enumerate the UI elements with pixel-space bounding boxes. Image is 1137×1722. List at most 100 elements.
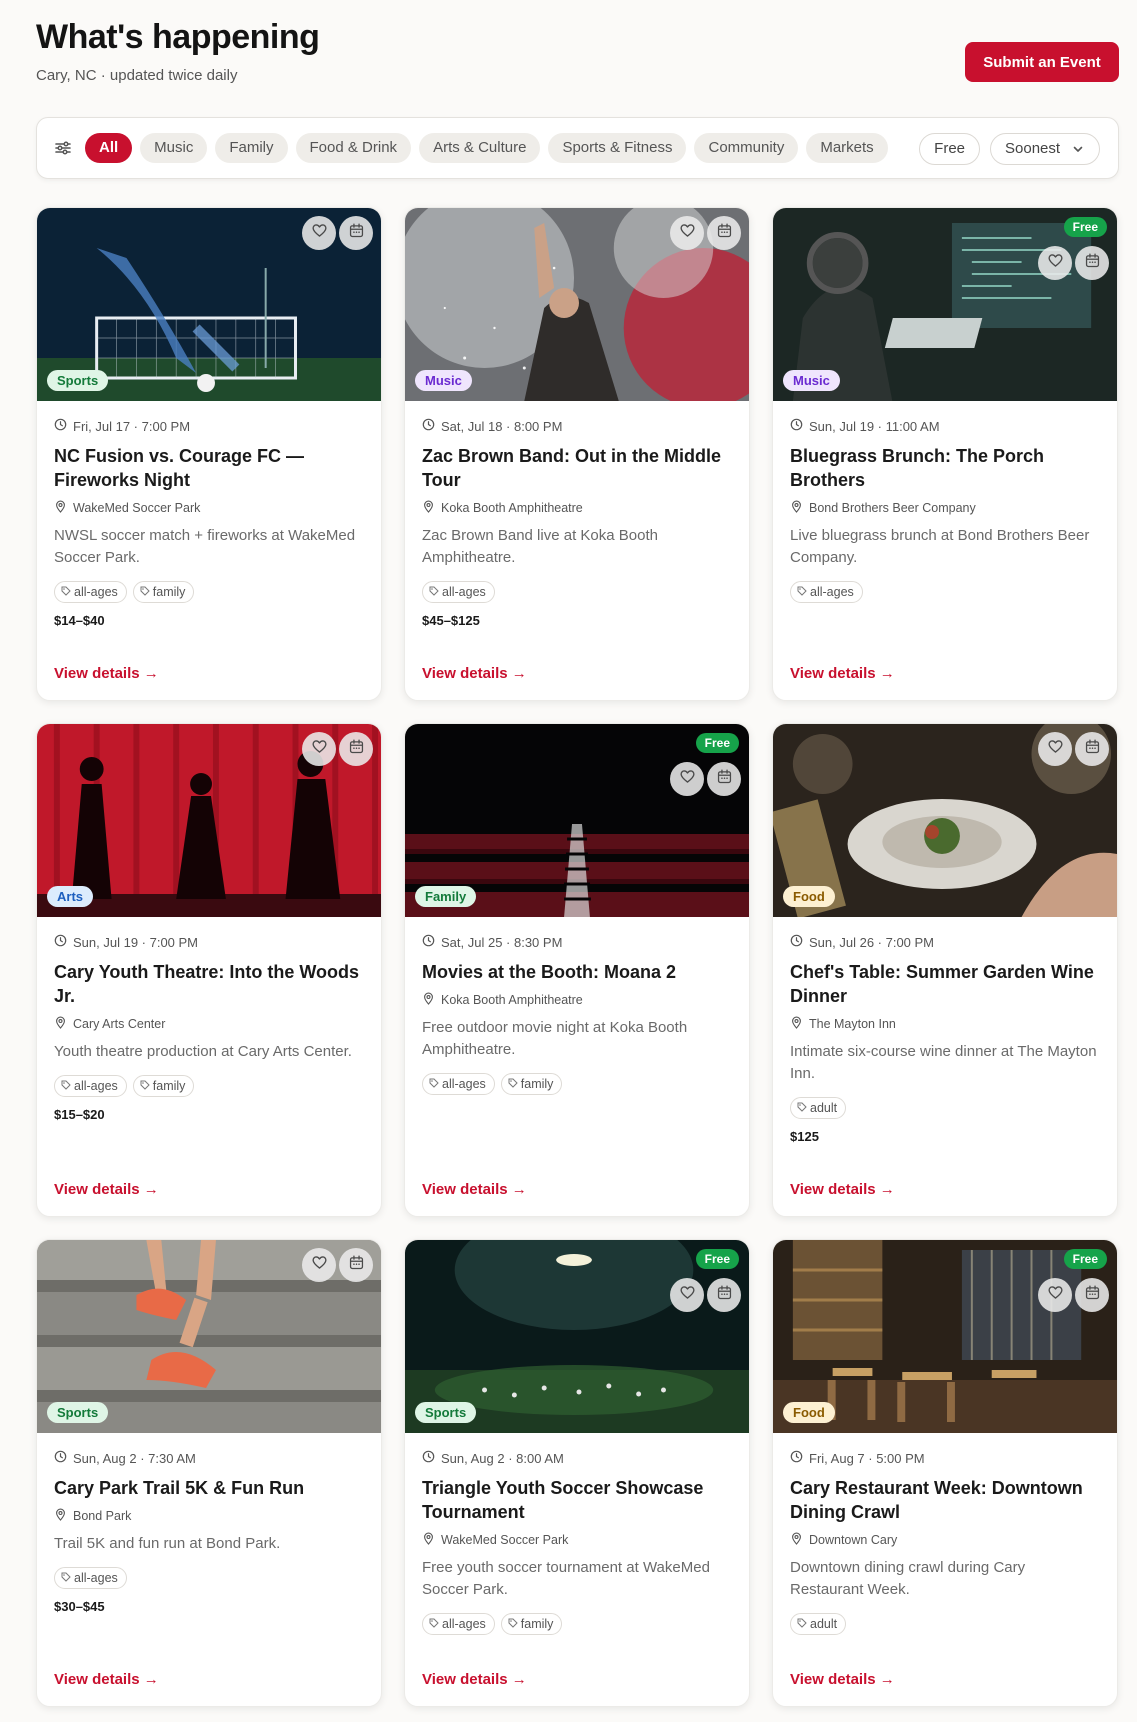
add-to-calendar-button[interactable] (339, 732, 373, 766)
category-chips: All Music Family Food & Drink Arts & Culture… (85, 133, 912, 165)
view-details-link[interactable]: View details → (54, 1181, 159, 1198)
favorite-button[interactable] (670, 216, 704, 250)
favorite-button[interactable] (670, 762, 704, 796)
event-title[interactable]: Zac Brown Band: Out in the Middle Tour (422, 444, 732, 492)
heart-icon (679, 222, 696, 244)
clock-icon (422, 1450, 435, 1466)
category-badge: Sports (47, 370, 109, 391)
sort-label: Soonest (1005, 140, 1061, 157)
event-description: Free outdoor movie night at Koka Booth A… (422, 1019, 688, 1058)
tag-chip: all-ages (422, 581, 495, 603)
tag-chip: all-ages (54, 1567, 127, 1589)
category-badge: Food (783, 1402, 835, 1423)
add-to-calendar-button[interactable] (339, 216, 373, 250)
event-card[interactable]: Free Sports Sun, Aug 2 · 8:00 AM Triangl… (404, 1239, 750, 1707)
event-title[interactable]: NC Fusion vs. Courage FC — Fireworks Nig… (54, 444, 364, 492)
tag-chip: family (132, 581, 195, 603)
view-details-link[interactable]: View details → (422, 1671, 527, 1688)
chevron-down-icon (1073, 146, 1083, 152)
tag-chip: all-ages (790, 581, 863, 603)
category-chip-music[interactable]: Music (140, 133, 208, 163)
add-to-calendar-button[interactable] (707, 762, 741, 796)
event-title[interactable]: Cary Restaurant Week: Downtown Dining Cr… (790, 1476, 1100, 1524)
clock-icon (422, 934, 435, 950)
heart-icon (1047, 738, 1064, 760)
event-title[interactable]: Bluegrass Brunch: The Porch Brothers (790, 444, 1100, 492)
event-date: Sun, Aug 2 · 7:30 AM (54, 1450, 364, 1466)
event-card[interactable]: Free Food Fri, Aug 7 · 5:00 PM Cary Rest… (772, 1239, 1118, 1707)
filter-sliders-icon[interactable] (53, 138, 73, 158)
add-to-calendar-button[interactable] (1075, 246, 1109, 280)
event-venue: Bond Park (54, 1508, 364, 1524)
sort-dropdown[interactable]: Soonest (990, 133, 1100, 165)
category-chip-arts-culture[interactable]: Arts & Culture (419, 133, 541, 163)
event-tags: all-ages family (422, 1073, 732, 1095)
favorite-button[interactable] (302, 216, 336, 250)
view-details-link[interactable]: View details → (54, 1671, 159, 1688)
event-card[interactable]: Music Sat, Jul 18 · 8:00 PM Zac Brown Ba… (404, 207, 750, 701)
add-to-calendar-button[interactable] (707, 216, 741, 250)
favorite-button[interactable] (1038, 732, 1072, 766)
favorite-button[interactable] (670, 1278, 704, 1312)
view-details-link[interactable]: View details → (790, 1181, 895, 1198)
favorite-button[interactable] (1038, 1278, 1072, 1312)
category-badge: Food (783, 886, 835, 907)
tag-icon (429, 1614, 439, 1634)
event-title[interactable]: Chef's Table: Summer Garden Wine Dinner (790, 960, 1100, 1008)
category-chip-family[interactable]: Family (215, 133, 288, 163)
event-card[interactable]: Arts Sun, Jul 19 · 7:00 PM Cary Youth Th… (36, 723, 382, 1217)
view-details-link[interactable]: View details → (790, 665, 895, 682)
free-filter-chip[interactable]: Free (919, 133, 980, 165)
clock-icon (790, 1450, 803, 1466)
tag-chip: adult (790, 1613, 847, 1635)
event-card[interactable]: Food Sun, Jul 26 · 7:00 PM Chef's Table:… (772, 723, 1118, 1217)
event-details: Sat, Jul 18 · 8:00 PM Zac Brown Band: Ou… (422, 418, 732, 629)
event-image: Music (405, 208, 749, 401)
event-card[interactable]: Sports Fri, Jul 17 · 7:00 PM NC Fusion v… (36, 207, 382, 701)
category-chip-markets[interactable]: Markets (806, 133, 888, 163)
view-details-link[interactable]: View details → (422, 665, 527, 682)
submit-event-button[interactable]: Submit an Event (965, 42, 1119, 82)
event-venue: Bond Brothers Beer Company (790, 500, 1100, 516)
tag-chip: family (500, 1073, 563, 1095)
heart-icon (311, 1254, 328, 1276)
tag-chip: family (500, 1613, 563, 1635)
favorite-button[interactable] (302, 732, 336, 766)
event-description: Free youth soccer tournament at WakeMed … (422, 1559, 710, 1598)
add-to-calendar-button[interactable] (1075, 732, 1109, 766)
category-chip-food-drink[interactable]: Food & Drink (295, 133, 412, 163)
add-to-calendar-button[interactable] (1075, 1278, 1109, 1312)
tag-icon (61, 582, 71, 602)
category-chip-sports-fitness[interactable]: Sports & Fitness (548, 133, 687, 163)
category-chip-all[interactable]: All (85, 133, 133, 163)
category-chip-community[interactable]: Community (694, 133, 799, 163)
clock-icon (54, 934, 67, 950)
event-card[interactable]: Sports Sun, Aug 2 · 7:30 AM Cary Park Tr… (36, 1239, 382, 1707)
favorite-button[interactable] (1038, 246, 1072, 280)
calendar-icon (716, 1284, 733, 1306)
tag-icon (797, 582, 807, 602)
category-badge: Sports (415, 1402, 477, 1423)
event-venue: Cary Arts Center (54, 1016, 364, 1032)
event-tags: all-ages family (422, 1613, 732, 1635)
event-title[interactable]: Cary Youth Theatre: Into the Woods Jr. (54, 960, 364, 1008)
view-details-link[interactable]: View details → (54, 665, 159, 682)
view-details-link[interactable]: View details → (422, 1181, 527, 1198)
event-venue: WakeMed Soccer Park (54, 500, 364, 516)
event-title[interactable]: Movies at the Booth: Moana 2 (422, 960, 732, 984)
favorite-button[interactable] (302, 1248, 336, 1282)
add-to-calendar-button[interactable] (339, 1248, 373, 1282)
heart-icon (1047, 1284, 1064, 1306)
view-details-link[interactable]: View details → (790, 1671, 895, 1688)
event-image: Free Food (773, 1240, 1117, 1433)
event-venue: Koka Booth Amphitheatre (422, 992, 732, 1008)
event-card[interactable]: Free Family Sat, Jul 25 · 8:30 PM Movies… (404, 723, 750, 1217)
event-title[interactable]: Triangle Youth Soccer Showcase Tournamen… (422, 1476, 732, 1524)
event-title[interactable]: Cary Park Trail 5K & Fun Run (54, 1476, 364, 1500)
calendar-icon (716, 222, 733, 244)
event-card[interactable]: Free Music Sun, Jul 19 · 11:00 AM Bluegr… (772, 207, 1118, 701)
tag-icon (797, 1614, 807, 1634)
event-description: Youth theatre production at Cary Arts Ce… (54, 1043, 352, 1060)
add-to-calendar-button[interactable] (707, 1278, 741, 1312)
location-pin-icon (54, 1508, 67, 1524)
